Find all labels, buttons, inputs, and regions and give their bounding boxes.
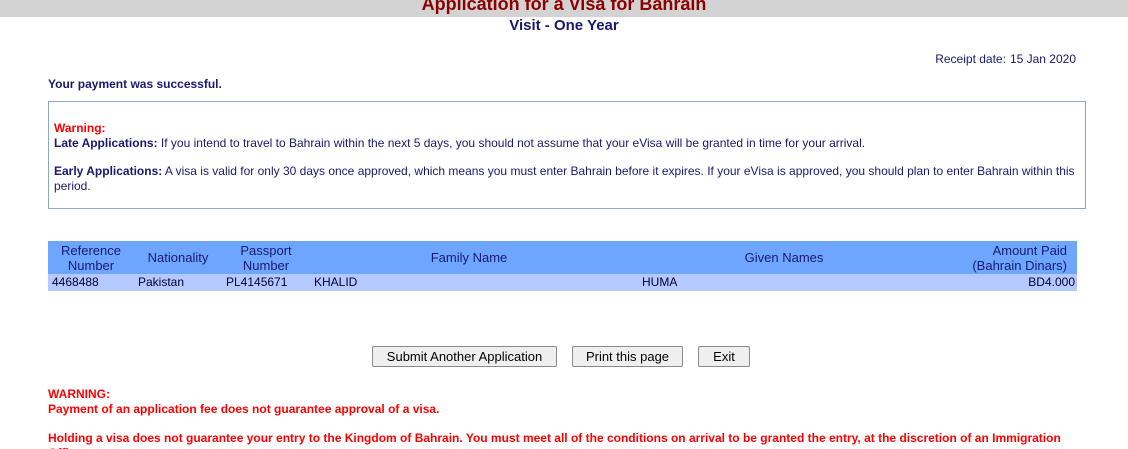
header-reference-number: Reference Number bbox=[48, 241, 134, 274]
footer-warning-heading: WARNING: bbox=[48, 387, 110, 401]
cell-nationality: Pakistan bbox=[134, 274, 222, 291]
receipt-date-value: 15 Jan 2020 bbox=[1009, 52, 1076, 66]
footer-warning-fee-note: Payment of an application fee does not g… bbox=[48, 402, 440, 416]
title-bar: Application for a Visa for Bahrain bbox=[0, 0, 1128, 17]
exit-button[interactable]: Exit bbox=[698, 346, 750, 367]
warning-heading: Warning: bbox=[54, 121, 106, 135]
late-applications-text: If you intend to travel to Bahrain withi… bbox=[160, 136, 866, 150]
cell-amount-paid: BD4.000 bbox=[940, 274, 1077, 291]
receipt-date-label: Receipt date: bbox=[935, 52, 1006, 66]
header-nationality: Nationality bbox=[134, 241, 222, 274]
table-row: 4468488 Pakistan PL4145671 KHALID HUMA B… bbox=[48, 274, 1077, 291]
late-applications-label: Late Applications: bbox=[54, 136, 158, 150]
cell-given-names: HUMA bbox=[628, 274, 940, 291]
header-amount-paid: Amount Paid (Bahrain Dinars) bbox=[940, 241, 1077, 274]
header-passport-number: Passport Number bbox=[222, 241, 310, 274]
footer-warning-entry-note: Holding a visa does not guarantee your e… bbox=[48, 431, 1061, 449]
cell-reference-number: 4468488 bbox=[48, 274, 134, 291]
submit-another-application-button[interactable]: Submit Another Application bbox=[372, 346, 557, 367]
page-title: Application for a Visa for Bahrain bbox=[421, 0, 707, 14]
page-subtitle: Visit - One Year bbox=[509, 17, 619, 34]
header-given-names: Given Names bbox=[628, 241, 940, 274]
print-page-button[interactable]: Print this page bbox=[572, 346, 683, 367]
cell-passport-number: PL4145671 bbox=[222, 274, 310, 291]
payment-success-message: Your payment was successful. bbox=[48, 77, 222, 91]
late-applications-note: Late Applications: If you intend to trav… bbox=[54, 136, 1079, 151]
early-applications-note: Early Applications: A visa is valid for … bbox=[54, 164, 1084, 194]
early-applications-label: Early Applications: bbox=[54, 164, 163, 178]
table-header-row: Reference Number Nationality Passport Nu… bbox=[48, 241, 1077, 274]
footer-warning: WARNING: Payment of an application fee d… bbox=[48, 387, 1088, 449]
early-applications-text: A visa is valid for only 30 days once ap… bbox=[54, 164, 1075, 193]
header-family-name: Family Name bbox=[310, 241, 628, 274]
travel-warning-box: Warning: Late Applications: If you inten… bbox=[48, 101, 1086, 209]
application-summary-table: Reference Number Nationality Passport Nu… bbox=[48, 241, 1077, 291]
receipt-date: Receipt date: 15 Jan 2020 bbox=[935, 51, 1076, 67]
cell-family-name: KHALID bbox=[310, 274, 628, 291]
visa-receipt-page: Application for a Visa for Bahrain Visit… bbox=[0, 0, 1128, 449]
